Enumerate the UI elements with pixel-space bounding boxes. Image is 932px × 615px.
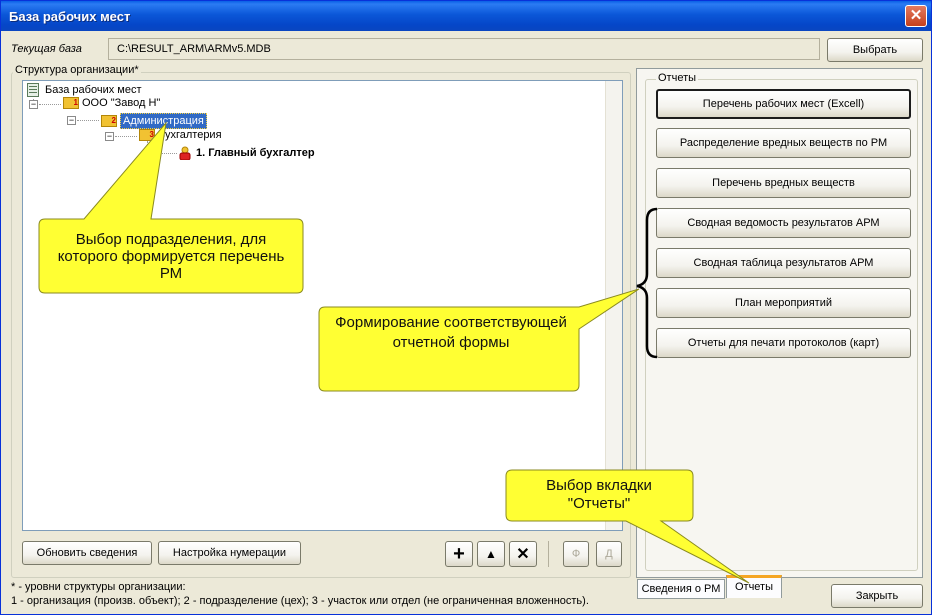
main-window: База рабочих мест ✕ Текущая база C:\RESU… [0, 0, 932, 615]
callout-select-department: Выбор подразделения, для которого формир… [57, 231, 285, 282]
callout-select-tab: Выбор вкладки "Отчеты" [546, 477, 652, 512]
callout-shapes [38, 121, 750, 584]
callout-form-report: Формирование соответствующей отчетной фо… [335, 314, 567, 351]
